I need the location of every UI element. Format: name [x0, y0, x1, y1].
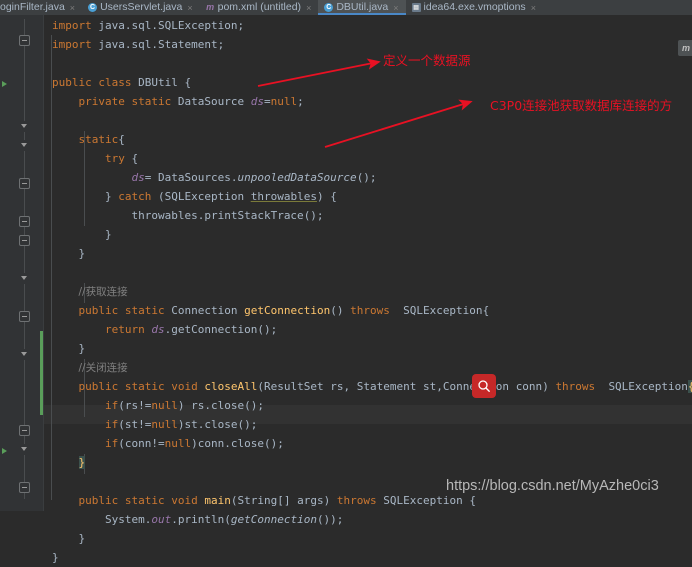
close-icon[interactable]: ×	[70, 3, 75, 13]
fold-handle-try[interactable]	[19, 140, 30, 151]
run-method-marker[interactable]	[2, 448, 8, 454]
code-line: }	[104, 228, 112, 241]
code-line: if(conn!=null)conn.close();	[104, 437, 284, 450]
watermark-url: https://blog.csdn.net/MyAzhe0ci3	[446, 478, 659, 494]
code-line: return ds.getConnection();	[104, 323, 278, 336]
code-line: throwables.printStackTrace();	[131, 209, 324, 222]
fold-handle-closeall[interactable]	[19, 349, 30, 360]
annotation-c3p0: C3P0连接池获取数据库连接的方	[490, 98, 673, 113]
fold-handle-main-end[interactable]	[19, 482, 30, 493]
run-class-marker[interactable]	[2, 81, 8, 87]
annotation-datasource: 定义一个数据源	[383, 53, 471, 68]
code-line: import java.sql.Statement;	[52, 38, 225, 51]
code-content[interactable]: import java.sql.SQLException; import jav…	[44, 15, 692, 564]
fold-handle-main[interactable]	[19, 444, 30, 455]
fold-handle-try-end[interactable]	[19, 216, 30, 227]
fold-handle-getconn-end[interactable]	[19, 311, 30, 322]
file-icon: ▤	[411, 3, 421, 12]
maven-tool-window-button[interactable]: m	[678, 40, 692, 56]
search-button[interactable]	[472, 374, 496, 398]
tab-usersservlet-java[interactable]: C UsersServlet.java ×	[82, 0, 200, 15]
tab-label: pom.xml (untitled)	[217, 1, 302, 13]
tab-loginfilter-java[interactable]: oginFilter.java ×	[0, 0, 83, 15]
fold-handle-catch[interactable]	[19, 178, 30, 189]
close-icon[interactable]: ×	[531, 3, 536, 13]
code-line: }	[78, 247, 86, 260]
search-icon	[478, 380, 490, 392]
code-line: private static DataSource ds=null;	[78, 95, 304, 108]
code-line: import java.sql.SQLException;	[52, 19, 245, 32]
editor-tab-bar: oginFilter.java × C UsersServlet.java × …	[0, 0, 692, 15]
fold-handle-import[interactable]	[19, 35, 30, 46]
code-line: ds= DataSources.unpooledDataSource();	[131, 171, 377, 184]
tab-label: idea64.exe.vmoptions	[423, 1, 526, 13]
code-editor[interactable]: import java.sql.SQLException; import jav…	[0, 15, 692, 564]
java-class-icon: C	[88, 3, 98, 12]
code-line: }	[78, 456, 86, 469]
code-comment-line: //获取连接	[78, 286, 128, 298]
code-line: System.out.println(getConnection());	[104, 513, 344, 526]
code-line: } catch (SQLException throwables) {	[104, 190, 337, 203]
code-line: try {	[104, 152, 139, 165]
code-line: public static void closeAll(ResultSet rs…	[52, 377, 692, 396]
code-comment-line: //关闭连接	[78, 362, 128, 374]
close-icon[interactable]: ×	[393, 3, 398, 13]
tab-label: UsersServlet.java	[100, 1, 183, 13]
code-line: }	[52, 551, 59, 564]
maven-icon: m	[681, 43, 690, 53]
code-line: }	[78, 342, 86, 355]
tab-dbutil-java[interactable]: C DBUtil.java ×	[318, 0, 406, 15]
editor-gutter[interactable]	[0, 15, 44, 511]
code-line: if(st!=null)st.close();	[104, 418, 258, 431]
tab-label: DBUtil.java	[336, 1, 389, 13]
java-class-icon: C	[324, 3, 334, 12]
fold-handle-static-end[interactable]	[19, 235, 30, 246]
vcs-change-marker	[40, 331, 43, 415]
code-line: public static void main(String[] args) t…	[78, 494, 476, 507]
tab-label: oginFilter.java	[0, 1, 65, 13]
tab-pom-xml[interactable]: m pom.xml (untitled) ×	[199, 0, 319, 15]
code-line: if(rs!=null) rs.close();	[104, 399, 264, 412]
fold-handle-getconnection[interactable]	[19, 273, 30, 284]
code-line: static{	[78, 133, 125, 146]
code-line: public class DBUtil {	[52, 76, 192, 89]
fold-handle-closeall-end[interactable]	[19, 425, 30, 436]
code-line: }	[78, 532, 86, 545]
tab-idea64-vmoptions[interactable]: ▤ idea64.exe.vmoptions ×	[405, 0, 543, 15]
close-icon[interactable]: ×	[306, 3, 311, 13]
fold-handle-static-block[interactable]	[19, 121, 30, 132]
close-icon[interactable]: ×	[187, 3, 192, 13]
code-line: public static Connection getConnection()…	[78, 304, 490, 317]
idea-editor-window: oginFilter.java × C UsersServlet.java × …	[0, 0, 692, 564]
maven-icon: m	[206, 2, 215, 12]
